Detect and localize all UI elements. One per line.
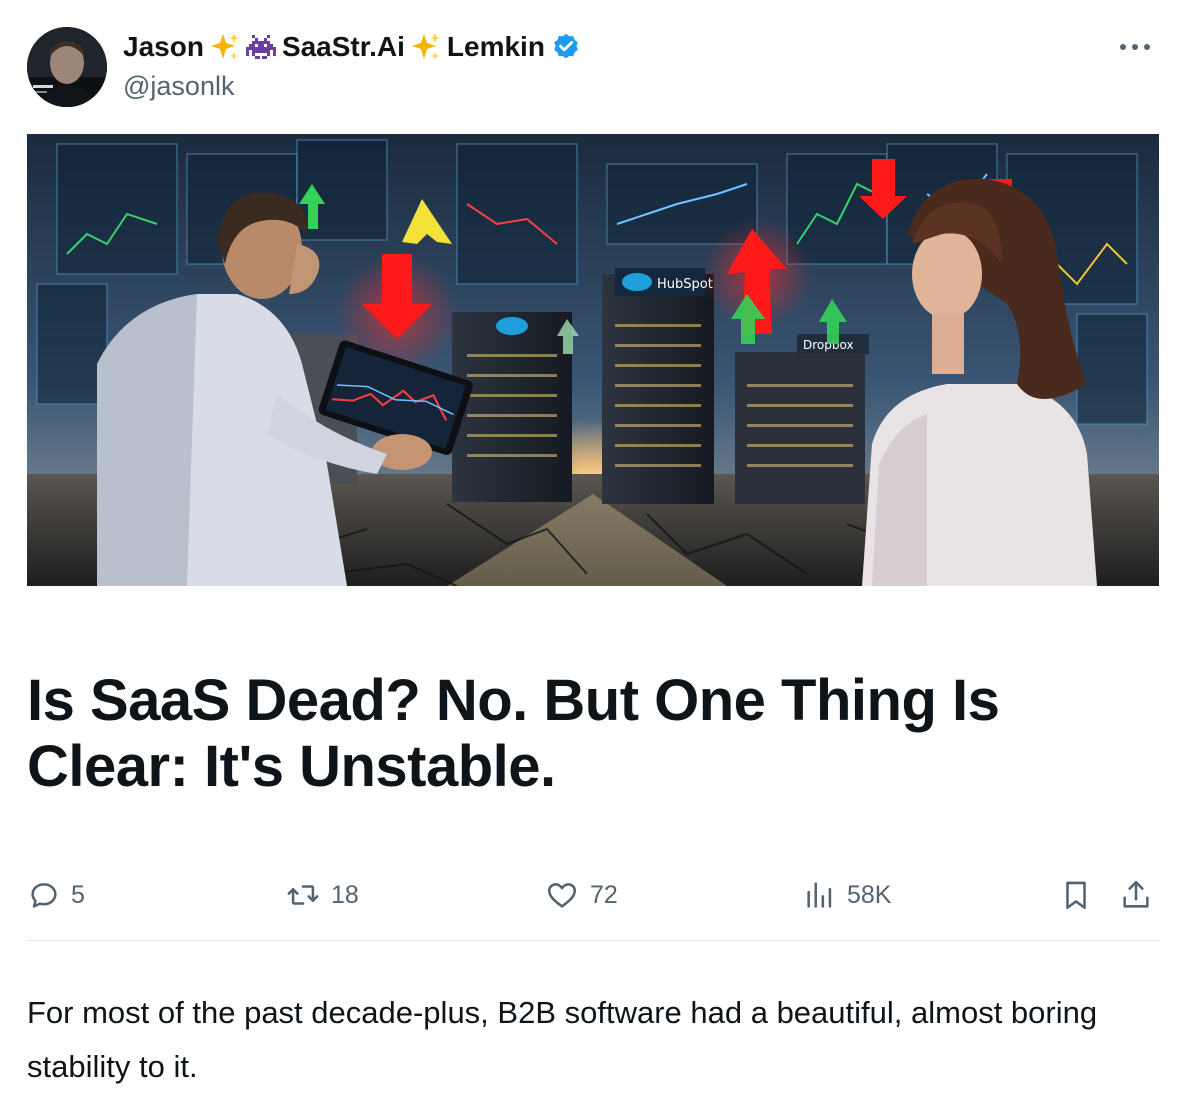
more-icon[interactable] (1115, 35, 1155, 59)
article-title[interactable]: Is SaaS Dead? No. But One Thing Is Clear… (27, 668, 1147, 800)
author-name-first: Jason (123, 31, 204, 62)
repost-icon (285, 878, 321, 912)
share-button[interactable] (1119, 872, 1153, 918)
author-name[interactable]: Jason SaaStr.Ai Lemkin (123, 29, 581, 65)
views-button[interactable]: 58K (803, 872, 891, 918)
article-body-text: For most of the past decade-plus, B2B so… (27, 995, 1098, 1084)
author-name-last: Lemkin (446, 31, 545, 62)
share-icon (1119, 878, 1153, 912)
sparkles-icon (210, 32, 240, 62)
like-icon (544, 878, 580, 912)
bookmark-icon (1059, 878, 1093, 912)
reply-count: 5 (71, 880, 85, 909)
reply-button[interactable]: 5 (27, 872, 85, 918)
divider (27, 940, 1159, 941)
tweet-actions: 5 18 72 58K (27, 872, 1159, 918)
author-handle[interactable]: @jasonlk (123, 71, 234, 102)
bookmark-button[interactable] (1059, 872, 1093, 918)
repost-count: 18 (331, 880, 359, 909)
like-count: 72 (590, 880, 618, 909)
views-count: 58K (847, 880, 892, 909)
article-cover-image[interactable]: HubSpot Dropbox (27, 134, 1159, 586)
views-icon (803, 878, 837, 912)
sparkles-icon (411, 32, 441, 62)
alien-monster-icon (245, 32, 276, 62)
tweet-header: Jason SaaStr.Ai Lemkin @jasonlk (27, 27, 1157, 107)
reply-icon (27, 878, 61, 912)
repost-button[interactable]: 18 (285, 872, 359, 918)
verified-badge-icon[interactable] (551, 32, 581, 62)
author-name-mid: SaaStr.Ai (281, 31, 405, 62)
author-avatar[interactable] (27, 27, 107, 107)
like-button[interactable]: 72 (544, 872, 618, 918)
